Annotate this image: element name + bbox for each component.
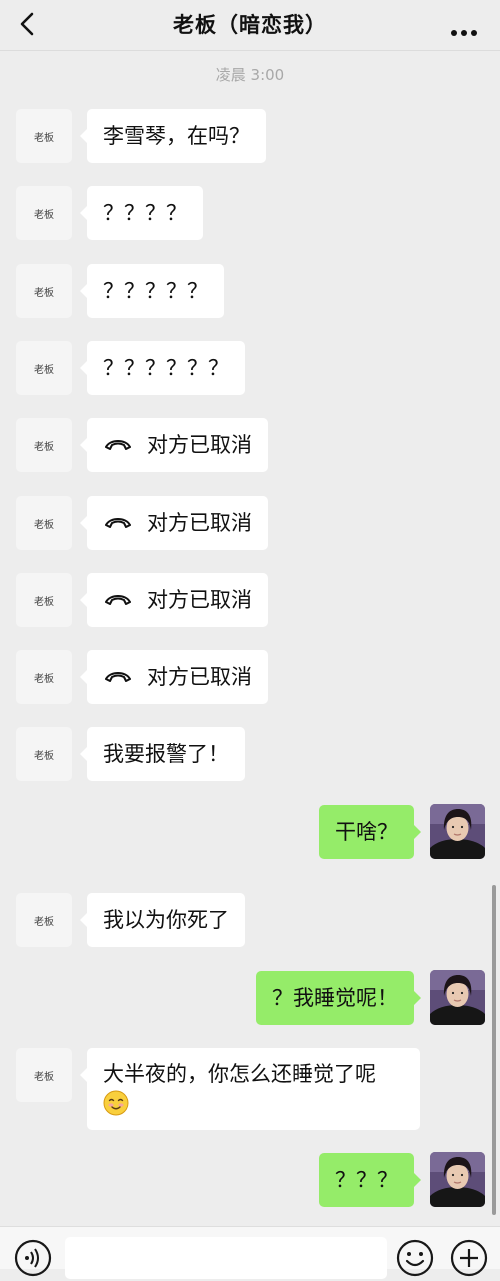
smile-emoji-icon (103, 1090, 129, 1116)
my-message-bubble[interactable]: ？我睡觉呢！ (256, 971, 421, 1025)
message-bubble[interactable]: ？？？？？ (80, 264, 224, 318)
message-text: 大半夜的，你怎么还睡觉了呢 (103, 1062, 376, 1086)
message-bubble[interactable]: ？？？？ (80, 186, 203, 240)
chat-scrollbar[interactable] (492, 885, 496, 1215)
contact-avatar[interactable]: 老板 (16, 727, 72, 781)
call-status-text: 对方已取消 (147, 433, 252, 457)
message-bubble[interactable]: 李雪琴，在吗？ (80, 109, 266, 163)
emoji-button[interactable] (396, 1239, 434, 1277)
call-status-text: 对方已取消 (147, 588, 252, 612)
my-avatar[interactable] (430, 1152, 485, 1207)
contact-avatar[interactable]: 老板 (16, 1048, 72, 1102)
call-message-bubble[interactable]: 对方已取消 (80, 573, 268, 627)
plus-button[interactable] (450, 1239, 488, 1277)
call-status-text: 对方已取消 (147, 665, 252, 689)
more-button[interactable] (450, 22, 478, 36)
message-bubble[interactable]: 我以为你死了 (80, 893, 245, 947)
contact-avatar[interactable]: 老板 (16, 893, 72, 947)
plus-icon (450, 1239, 488, 1277)
my-avatar[interactable] (430, 970, 485, 1025)
timestamp: 凌晨 3:00 (215, 66, 285, 84)
message-input[interactable] (65, 1237, 387, 1279)
contact-avatar[interactable]: 老板 (16, 186, 72, 240)
contact-avatar[interactable]: 老板 (16, 650, 72, 704)
chat-header: 老板（暗恋我） (0, 0, 500, 51)
phone-hangup-icon (105, 440, 131, 450)
call-message-bubble[interactable]: 对方已取消 (80, 496, 268, 550)
contact-avatar[interactable]: 老板 (16, 418, 72, 472)
call-status-text: 对方已取消 (147, 511, 252, 535)
phone-hangup-icon (105, 595, 131, 605)
contact-avatar[interactable]: 老板 (16, 109, 72, 163)
call-message-bubble[interactable]: 对方已取消 (80, 418, 268, 472)
contact-avatar[interactable]: 老板 (16, 264, 72, 318)
user-avatar-image (430, 970, 485, 1025)
contact-avatar[interactable]: 老板 (16, 341, 72, 395)
phone-hangup-icon (105, 518, 131, 528)
contact-avatar[interactable]: 老板 (16, 573, 72, 627)
message-bubble[interactable]: 我要报警了！ (80, 727, 245, 781)
my-message-bubble[interactable]: ？？？ (319, 1153, 421, 1207)
message-bubble[interactable]: ？？？？？？ (80, 341, 245, 395)
phone-hangup-icon (105, 672, 131, 682)
call-message-bubble[interactable]: 对方已取消 (80, 650, 268, 704)
user-avatar-image (430, 804, 485, 859)
input-bar (0, 1226, 500, 1279)
my-message-bubble[interactable]: 干啥？ (319, 805, 421, 859)
my-avatar[interactable] (430, 804, 485, 859)
voice-button[interactable] (14, 1239, 52, 1277)
chat-title: 老板（暗恋我） (173, 13, 327, 37)
user-avatar-image (430, 1152, 485, 1207)
voice-icon (14, 1239, 52, 1277)
emoji-icon (396, 1239, 434, 1277)
contact-avatar[interactable]: 老板 (16, 496, 72, 550)
more-dots-icon (451, 30, 477, 36)
message-bubble[interactable]: 大半夜的，你怎么还睡觉了呢 (80, 1048, 420, 1130)
